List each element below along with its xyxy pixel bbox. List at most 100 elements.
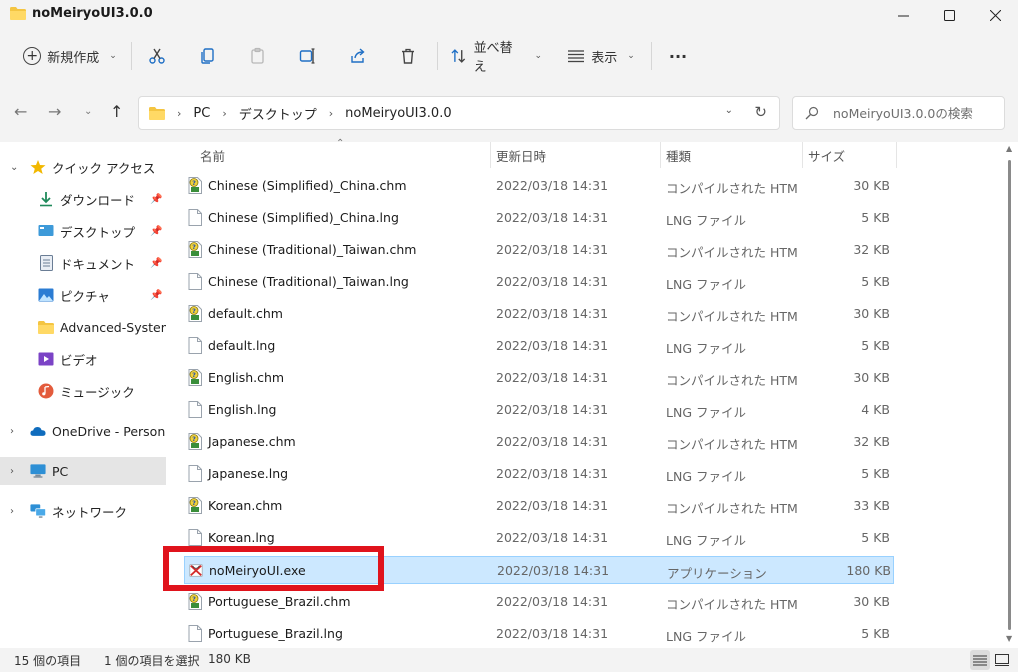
scrollbar-thumb[interactable]	[1008, 160, 1011, 630]
file-size: 33 KB	[853, 498, 890, 513]
column-divider[interactable]	[660, 142, 661, 168]
address-bar[interactable]: › PC › デスクトップ › noMeiryoUI3.0.0 ⌄ ↻	[138, 96, 780, 130]
sidebar-item-desktop[interactable]: デスクトップ 📌	[0, 217, 166, 245]
column-divider[interactable]	[896, 142, 897, 168]
sidebar-item-pc[interactable]: › PC	[0, 457, 166, 485]
breadcrumb-desktop[interactable]: デスクトップ	[239, 104, 317, 123]
view-button[interactable]: 表示 ⌄	[564, 40, 638, 72]
sidebar-item-quick-access[interactable]: ⌄ クイック アクセス	[0, 153, 166, 181]
forward-arrow-icon[interactable]: →	[48, 102, 61, 121]
sidebar-item-documents[interactable]: ドキュメント 📌	[0, 249, 166, 277]
sort-arrows-icon	[451, 49, 466, 63]
column-header-name[interactable]: 名前	[200, 142, 225, 168]
sort-button[interactable]: 並べ替え ⌄	[450, 40, 542, 75]
scroll-down-arrow-icon[interactable]: ▼	[1006, 634, 1012, 643]
share-button[interactable]	[342, 40, 374, 72]
details-view-button[interactable]	[970, 650, 990, 670]
paste-button[interactable]	[242, 40, 274, 72]
chevron-right-icon[interactable]: ›	[10, 506, 14, 517]
scissors-icon	[149, 48, 165, 64]
pin-icon[interactable]: 📌	[150, 194, 162, 205]
file-name: Korean.lng	[208, 530, 275, 545]
file-date: 2022/03/18 14:31	[496, 210, 609, 225]
close-button[interactable]	[972, 0, 1018, 30]
delete-button[interactable]	[392, 40, 424, 72]
breadcrumb-current-folder[interactable]: noMeiryoUI3.0.0	[345, 106, 451, 121]
search-input[interactable]	[833, 105, 1003, 121]
file-name: Japanese.chm	[208, 434, 296, 449]
sidebar-item-pictures[interactable]: ピクチャ 📌	[0, 281, 166, 309]
column-divider[interactable]	[490, 142, 491, 168]
back-arrow-icon[interactable]: ←	[14, 102, 27, 121]
column-header-size[interactable]: サイズ	[808, 142, 845, 168]
column-divider[interactable]	[802, 142, 803, 168]
plus-circle-icon: +	[23, 47, 42, 65]
file-row[interactable]: noMeiryoUI.exe 2022/03/18 14:31 アプリケーション 18…	[184, 556, 894, 584]
copy-button[interactable]	[192, 40, 224, 72]
pin-icon[interactable]: 📌	[150, 258, 162, 269]
cut-button[interactable]	[141, 40, 173, 72]
file-type: コンパイルされた HTML...	[666, 501, 798, 516]
maximize-button[interactable]	[926, 0, 972, 30]
file-row[interactable]: ? Korean.chm 2022/03/18 14:31 コンパイルされた HTML…	[184, 492, 894, 520]
file-name: Portuguese_Brazil.chm	[208, 594, 351, 609]
file-type: LNG ファイル	[666, 213, 746, 228]
chevron-right-icon[interactable]: ›	[10, 426, 14, 437]
file-row[interactable]: ? English.chm 2022/03/18 14:31 コンパイルされた HTM…	[184, 364, 894, 392]
file-row[interactable]: Chinese (Simplified)_China.lng 2022/03/18…	[184, 204, 894, 232]
more-options-button[interactable]: ···	[662, 40, 694, 72]
file-name: Chinese (Traditional)_Taiwan.lng	[208, 274, 409, 289]
file-name: default.lng	[208, 338, 276, 353]
pin-icon[interactable]: 📌	[150, 226, 162, 237]
file-row[interactable]: ? Japanese.chm 2022/03/18 14:31 コンパイルされた HT…	[184, 428, 894, 456]
file-row[interactable]: ? Portuguese_Brazil.chm 2022/03/18 14:31 コン…	[184, 588, 894, 616]
sidebar-item-videos[interactable]: ビデオ	[0, 345, 166, 373]
file-size: 32 KB	[853, 434, 890, 449]
refresh-icon[interactable]: ↻	[754, 103, 767, 121]
sidebar-item-advanced-system[interactable]: Advanced-System-	[0, 313, 166, 341]
file-row[interactable]: ? Chinese (Simplified)_China.chm 2022/03/1…	[184, 172, 894, 200]
chevron-right-icon[interactable]: ›	[222, 107, 226, 120]
sidebar-item-onedrive[interactable]: › OneDrive - Persona	[0, 417, 166, 445]
file-row[interactable]: ? Chinese (Traditional)_Taiwan.chm 2022/03…	[184, 236, 894, 264]
column-header-date[interactable]: 更新日時	[496, 142, 546, 168]
vertical-scrollbar[interactable]: ▲ ▼	[1002, 142, 1018, 648]
address-history-chevron-icon[interactable]: ⌄	[725, 105, 733, 116]
sidebar-item-label: Advanced-System-	[60, 319, 166, 335]
file-date: 2022/03/18 14:31	[496, 466, 609, 481]
new-button[interactable]: + 新規作成 ⌄	[18, 40, 122, 72]
file-row[interactable]: default.lng 2022/03/18 14:31 LNG ファイル 5 KB	[184, 332, 894, 360]
file-row[interactable]: Korean.lng 2022/03/18 14:31 LNG ファイル 5 KB	[184, 524, 894, 552]
large-icons-view-button[interactable]	[992, 650, 1012, 670]
minimize-button[interactable]	[880, 0, 926, 30]
file-row[interactable]: Portuguese_Brazil.lng 2022/03/18 14:31 LNG…	[184, 620, 894, 648]
file-name: default.chm	[208, 306, 283, 321]
file-row[interactable]: English.lng 2022/03/18 14:31 LNG ファイル 4 KB	[184, 396, 894, 424]
up-arrow-icon[interactable]: ↑	[110, 102, 123, 121]
file-row[interactable]: Chinese (Traditional)_Taiwan.lng 2022/03/…	[184, 268, 894, 296]
file-row[interactable]: ? default.chm 2022/03/18 14:31 コンパイルされた HTM…	[184, 300, 894, 328]
recent-locations-chevron-icon[interactable]: ⌄	[84, 106, 92, 117]
file-size: 4 KB	[861, 402, 890, 417]
file-size: 30 KB	[853, 306, 890, 321]
file-row[interactable]: Japanese.lng 2022/03/18 14:31 LNG ファイル 5 KB	[184, 460, 894, 488]
pin-icon[interactable]: 📌	[150, 290, 162, 301]
chevron-down-icon[interactable]: ⌄	[10, 162, 18, 173]
breadcrumb-pc[interactable]: PC	[193, 106, 210, 121]
scroll-up-arrow-icon[interactable]: ▲	[1006, 144, 1012, 153]
sidebar-item-label: ビデオ	[60, 352, 98, 368]
close-icon	[989, 9, 1001, 21]
chevron-right-icon[interactable]: ›	[329, 107, 333, 120]
svg-text:?: ?	[192, 595, 196, 603]
chevron-right-icon[interactable]: ›	[10, 466, 14, 477]
rename-button[interactable]	[292, 40, 324, 72]
sidebar-item-downloads[interactable]: ダウンロード 📌	[0, 185, 166, 213]
file-name: Korean.chm	[208, 498, 283, 513]
sidebar-item-network[interactable]: › ネットワーク	[0, 497, 166, 525]
column-header-type[interactable]: 種類	[666, 142, 691, 168]
music-icon	[38, 383, 54, 399]
search-box[interactable]	[792, 96, 1005, 130]
download-arrow-icon	[38, 191, 54, 207]
sidebar-item-label: デスクトップ	[60, 224, 136, 240]
sidebar-item-music[interactable]: ミュージック	[0, 377, 166, 405]
